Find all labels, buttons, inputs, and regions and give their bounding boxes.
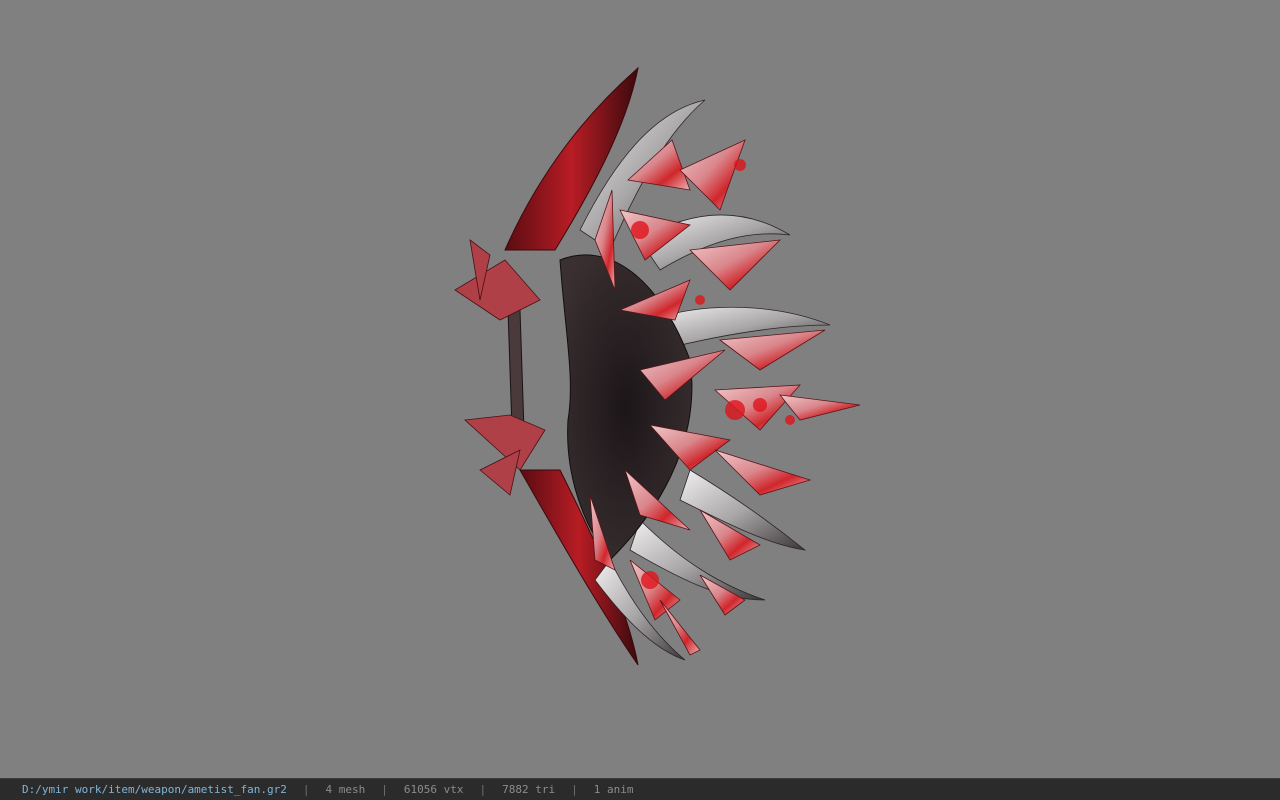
fan-handle (507, 309, 525, 431)
vertex-count: 61056 vtx (403, 783, 464, 796)
weapon-model-render[interactable] (0, 0, 1280, 778)
handle-crystal-clusters (454, 239, 546, 496)
status-bar: D:/ymir work/item/weapon/ametist_fan.gr2… (0, 778, 1280, 800)
mesh-count: 4 mesh (325, 783, 366, 796)
status-separator: | (302, 783, 310, 796)
triangle-count: 7882 tri (502, 783, 556, 796)
status-separator: | (571, 783, 578, 796)
status-separator: | (381, 783, 388, 796)
model-file-path: D:/ymir work/item/weapon/ametist_fan.gr2 (22, 783, 287, 796)
3d-viewport[interactable] (0, 0, 1280, 778)
status-separator: | (479, 783, 487, 796)
animation-count: 1 anim (593, 783, 634, 796)
